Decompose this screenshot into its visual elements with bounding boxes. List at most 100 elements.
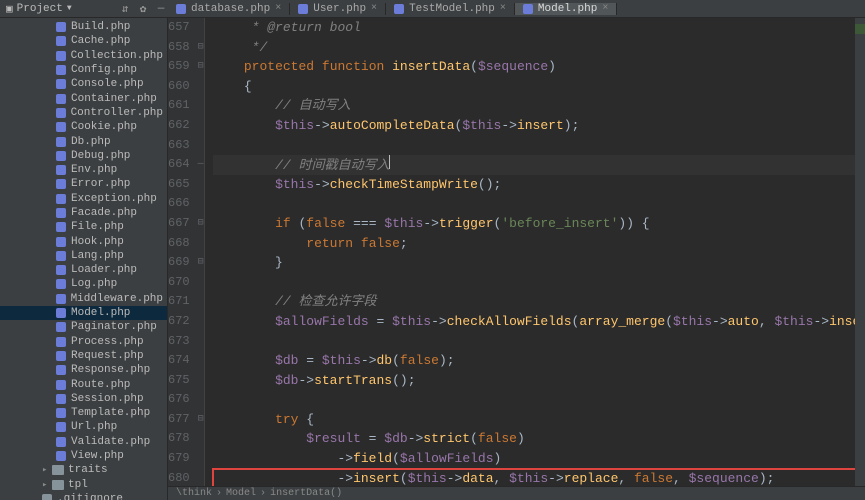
fold-marker[interactable]: ⊟ (198, 38, 204, 58)
fold-marker[interactable]: ⊟ (198, 410, 204, 430)
collapse-icon[interactable]: ⇵ (118, 2, 132, 16)
code-line[interactable]: { (213, 77, 865, 97)
code-line[interactable]: $allowFields = $this->checkAllowFields(a… (213, 312, 865, 332)
code-line[interactable]: ->insert($this->data, $this->replace, fa… (213, 469, 865, 486)
line-number[interactable]: 661 (168, 96, 190, 116)
tree-file-template-php[interactable]: Template.php (0, 406, 167, 420)
fold-marker[interactable] (198, 77, 204, 97)
tab-database-php[interactable]: database.php× (168, 3, 290, 15)
fold-marker[interactable] (198, 273, 204, 293)
code-line[interactable]: $result = $db->strict(false) (213, 429, 865, 449)
tree-file-container-php[interactable]: Container.php (0, 91, 167, 105)
fold-marker[interactable] (198, 429, 204, 449)
line-number[interactable]: 666 (168, 194, 190, 214)
line-number[interactable]: 664 (168, 155, 190, 175)
fold-marker[interactable] (198, 18, 204, 38)
tree-file-build-php[interactable]: Build.php (0, 20, 167, 34)
line-number[interactable]: 679 (168, 449, 190, 469)
tree-file-session-php[interactable]: Session.php (0, 392, 167, 406)
fold-marker[interactable] (198, 136, 204, 156)
code-line[interactable]: // 自动写入 (213, 96, 865, 116)
line-number[interactable]: 662 (168, 116, 190, 136)
fold-marker[interactable] (198, 390, 204, 410)
chevron-right-icon[interactable]: ▸ (42, 480, 52, 490)
code-line[interactable] (213, 390, 865, 410)
line-number[interactable]: 668 (168, 234, 190, 254)
fold-marker[interactable] (198, 351, 204, 371)
tree-file-cache-php[interactable]: Cache.php (0, 34, 167, 48)
tree-file-env-php[interactable]: Env.php (0, 163, 167, 177)
code-line[interactable]: if (false === $this->trigger('before_ins… (213, 214, 865, 234)
fold-marker[interactable] (198, 175, 204, 195)
line-number[interactable]: 672 (168, 312, 190, 332)
code-line[interactable] (213, 273, 865, 293)
fold-gutter[interactable]: ⊟⊟—⊟⊟⊟ (198, 18, 205, 486)
line-number[interactable]: 667 (168, 214, 190, 234)
tree-file-validate-php[interactable]: Validate.php (0, 435, 167, 449)
line-number[interactable]: 678 (168, 429, 190, 449)
tree-file-controller-php[interactable]: Controller.php (0, 106, 167, 120)
line-number[interactable]: 659 (168, 57, 190, 77)
scrollbar-right[interactable] (855, 18, 865, 486)
editor-content[interactable]: * @return bool */ protected function ins… (205, 18, 865, 486)
tree-file-paginator-php[interactable]: Paginator.php (0, 320, 167, 334)
fold-marker[interactable] (198, 449, 204, 469)
fold-marker[interactable] (198, 116, 204, 136)
breadcrumb[interactable]: \think › Model › insertData() (168, 486, 865, 500)
tree-file-exception-php[interactable]: Exception.php (0, 192, 167, 206)
tab-testmodel-php[interactable]: TestModel.php× (386, 3, 515, 15)
code-line[interactable]: try { (213, 410, 865, 430)
fold-marker[interactable]: — (198, 155, 204, 175)
tree-file-facade-php[interactable]: Facade.php (0, 206, 167, 220)
breadcrumb-namespace[interactable]: \think (176, 488, 212, 499)
fold-marker[interactable]: ⊟ (198, 253, 204, 273)
code-line[interactable]: ->field($allowFields) (213, 449, 865, 469)
close-icon[interactable]: × (371, 3, 377, 14)
tree-file-debug-php[interactable]: Debug.php (0, 149, 167, 163)
line-number[interactable]: 670 (168, 273, 190, 293)
code-line[interactable]: // 检查允许字段 (213, 292, 865, 312)
code-line[interactable] (213, 136, 865, 156)
line-number[interactable]: 657 (168, 18, 190, 38)
fold-marker[interactable] (198, 292, 204, 312)
line-number[interactable]: 674 (168, 351, 190, 371)
tree-file-db-php[interactable]: Db.php (0, 134, 167, 148)
code-line[interactable]: $this->autoCompleteData($this->insert); (213, 116, 865, 136)
tree-file-error-php[interactable]: Error.php (0, 177, 167, 191)
code-line[interactable]: return false; (213, 234, 865, 254)
fold-marker[interactable] (198, 312, 204, 332)
code-editor[interactable]: 6576586596606616626636646656666676686696… (168, 18, 865, 486)
fold-marker[interactable]: ⊟ (198, 214, 204, 234)
code-line[interactable]: $db = $this->db(false); (213, 351, 865, 371)
dropdown-icon[interactable]: ▼ (67, 4, 72, 13)
line-number[interactable]: 677 (168, 410, 190, 430)
gear-icon[interactable]: ✿ (136, 2, 150, 16)
code-line[interactable]: // 时间戳自动写入 (213, 155, 865, 175)
fold-marker[interactable] (198, 234, 204, 254)
fold-marker[interactable] (198, 332, 204, 352)
tree-file-middleware-php[interactable]: Middleware.php (0, 292, 167, 306)
tree-file-file-php[interactable]: File.php (0, 220, 167, 234)
line-number[interactable]: 660 (168, 77, 190, 97)
line-number[interactable]: 673 (168, 332, 190, 352)
tree-file-lang-php[interactable]: Lang.php (0, 249, 167, 263)
tree-file-cookie-php[interactable]: Cookie.php (0, 120, 167, 134)
close-icon[interactable]: × (602, 3, 608, 14)
breadcrumb-method[interactable]: insertData() (270, 488, 342, 499)
code-line[interactable]: } (213, 253, 865, 273)
tree-file-view-php[interactable]: View.php (0, 449, 167, 463)
tree-file-url-php[interactable]: Url.php (0, 420, 167, 434)
tree-file-log-php[interactable]: Log.php (0, 277, 167, 291)
code-line[interactable]: */ (213, 38, 865, 58)
tab-model-php[interactable]: Model.php× (515, 3, 617, 15)
tree-file-config-php[interactable]: Config.php (0, 63, 167, 77)
code-line[interactable]: $this->checkTimeStampWrite(); (213, 175, 865, 195)
hide-icon[interactable]: — (154, 3, 168, 15)
line-number[interactable]: 669 (168, 253, 190, 273)
breadcrumb-class[interactable]: Model (226, 488, 256, 499)
tree-file-console-php[interactable]: Console.php (0, 77, 167, 91)
tree-folder-traits[interactable]: ▸traits (0, 463, 167, 477)
line-number[interactable]: 680 (168, 469, 190, 486)
project-sidebar[interactable]: Build.phpCache.phpCollection.phpConfig.p… (0, 18, 168, 500)
fold-marker[interactable] (198, 96, 204, 116)
